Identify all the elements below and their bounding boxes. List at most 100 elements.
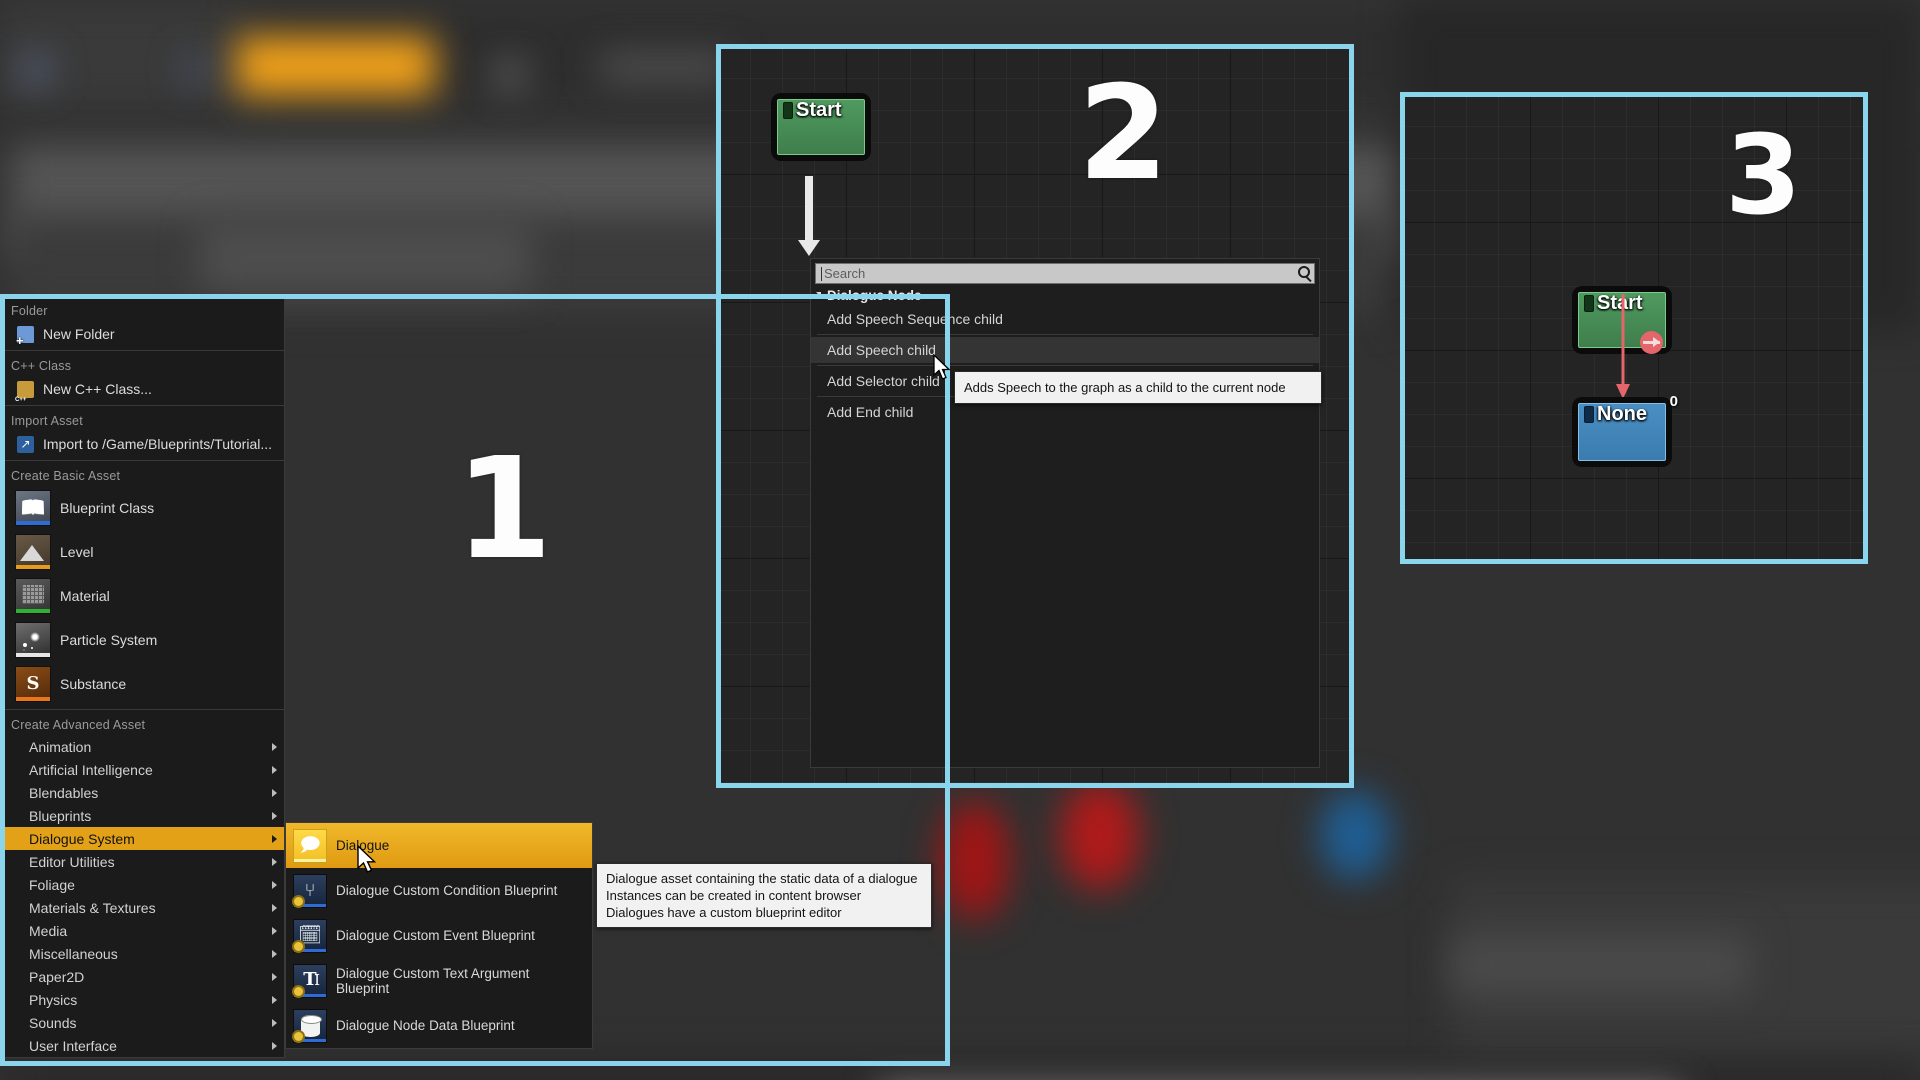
callout-number-2: 2 <box>1078 57 1169 209</box>
menu-item-blueprint-class-label: Blueprint Class <box>60 500 155 516</box>
submenu-arrow-icon <box>272 972 277 981</box>
context-menu-item-add-speech-child[interactable]: Add Speech child <box>811 337 1319 363</box>
section-header-cpp-class: C++ Class <box>11 359 72 373</box>
menu-item-sounds-label: Sounds <box>29 1014 77 1031</box>
submenu-arrow-icon <box>272 765 277 774</box>
menu-item-substance[interactable]: Substance <box>1 662 284 706</box>
menu-item-editor-utilities[interactable]: Editor Utilities <box>1 850 284 873</box>
menu-item-paper2d[interactable]: Paper2D <box>1 965 284 988</box>
background-play-button <box>235 36 435 96</box>
graph2-start-node[interactable]: Start <box>771 93 871 161</box>
submenu-arrow-icon <box>272 1041 277 1050</box>
submenu-item-dialogue-custom-event-blueprint[interactable]: Dialogue Custom Event Blueprint <box>286 913 592 958</box>
menu-item-animation[interactable]: Animation <box>1 735 284 758</box>
graph3-speech-node[interactable]: None 0 <box>1572 393 1678 467</box>
menu-item-dialogue-system-label: Dialogue System <box>29 830 135 847</box>
expand-triangle-icon[interactable] <box>816 292 821 297</box>
background-icon-4 <box>600 55 730 80</box>
graph2-flow-arrow-icon <box>798 176 820 256</box>
menu-item-blendables[interactable]: Blendables <box>1 781 284 804</box>
submenu-item-dialogue[interactable]: Dialogue <box>286 823 592 868</box>
submenu-arrow-icon <box>272 788 277 797</box>
menu-item-material[interactable]: Material <box>1 574 284 618</box>
menu-item-dialogue-system[interactable]: Dialogue System <box>1 827 284 850</box>
context-menu-item-add-speech-sequence-child[interactable]: Add Speech Sequence child <box>811 306 1319 332</box>
context-menu-separator-1 <box>817 334 1313 335</box>
menu-item-physics[interactable]: Physics <box>1 988 284 1011</box>
menu-separator <box>1 405 284 406</box>
menu-item-sounds[interactable]: Sounds <box>1 1011 284 1034</box>
background-panel-3 <box>200 222 530 292</box>
magnifier-icon[interactable] <box>1298 266 1310 278</box>
submenu-item-dialogue-custom-text-argument-blueprint-label: Dialogue Custom Text Argument Blueprint <box>336 965 530 996</box>
material-icon <box>15 578 51 614</box>
menu-item-new-folder[interactable]: New Folder <box>1 321 284 347</box>
submenu-arrow-icon <box>272 949 277 958</box>
graph-context-menu[interactable]: Search Dialogue Node Add Speech Sequence… <box>810 258 1320 768</box>
submenu-item-dialogue-node-data-blueprint[interactable]: Dialogue Node Data Blueprint <box>286 1003 592 1048</box>
new-folder-icon <box>16 325 34 346</box>
transition-arrow-icon[interactable] <box>1640 331 1663 354</box>
submenu-item-dialogue-custom-condition-blueprint[interactable]: Dialogue Custom Condition Blueprint <box>286 868 592 913</box>
section-header-create-basic-asset: Create Basic Asset <box>11 469 121 483</box>
menu-item-materials-and-textures[interactable]: Materials & Textures <box>1 896 284 919</box>
context-menu-search-input[interactable]: Search <box>815 263 1315 284</box>
submenu-arrow-icon <box>272 880 277 889</box>
background-icon-2 <box>185 58 207 83</box>
menu-item-blueprints[interactable]: Blueprints <box>1 804 284 827</box>
level-icon <box>15 534 51 570</box>
menu-item-user-interface-label: User Interface <box>29 1037 117 1054</box>
menu-item-new-cpp-class[interactable]: New C++ Class... <box>1 376 284 403</box>
content-browser-context-menu[interactable]: Folder New Folder C++ Class New C++ Clas… <box>0 298 285 1058</box>
submenu-item-dialogue-custom-condition-blueprint-label: Dialogue Custom Condition Blueprint <box>336 883 558 898</box>
menu-item-user-interface[interactable]: User Interface <box>1 1034 284 1057</box>
menu-separator <box>1 709 284 710</box>
menu-item-particle-system[interactable]: Particle System <box>1 618 284 662</box>
submenu-item-dialogue-custom-text-argument-blueprint[interactable]: Dialogue Custom Text Argument Blueprint <box>286 958 592 1003</box>
menu-item-particle-system-label: Particle System <box>60 632 158 648</box>
add-speech-child-tooltip: Adds Speech to the graph as a child to t… <box>954 371 1322 404</box>
text-caret <box>821 266 822 281</box>
menu-item-animation-label: Animation <box>29 738 92 755</box>
menu-item-level[interactable]: Level <box>1 530 284 574</box>
dialogue-asset-icon <box>293 828 327 863</box>
particle-system-icon <box>15 622 51 658</box>
menu-item-miscellaneous-label: Miscellaneous <box>29 945 118 962</box>
menu-item-media[interactable]: Media <box>1 919 284 942</box>
callout-number-3: 3 <box>1725 111 1802 239</box>
menu-item-artificial-intelligence[interactable]: Artificial Intelligence <box>1 758 284 781</box>
submenu-arrow-icon <box>272 834 277 843</box>
menu-item-foliage[interactable]: Foliage <box>1 873 284 896</box>
dialogue-condition-icon <box>292 873 327 908</box>
context-menu-category-label: Dialogue Node <box>827 288 922 303</box>
context-menu-category[interactable]: Dialogue Node <box>811 284 1319 306</box>
submenu-arrow-icon <box>272 1018 277 1027</box>
menu-item-blueprints-label: Blueprints <box>29 807 92 824</box>
menu-separator <box>1 460 284 461</box>
menu-item-foliage-label: Foliage <box>29 876 75 893</box>
menu-item-blueprint-class[interactable]: Blueprint Class <box>1 486 284 530</box>
background-status-bar <box>0 1060 1920 1080</box>
menu-item-level-label: Level <box>60 544 94 560</box>
graph3-transition-arrow[interactable] <box>1616 294 1630 399</box>
graph3-speech-node-label: None <box>1597 403 1647 425</box>
submenu-arrow-icon <box>272 903 277 912</box>
menu-item-miscellaneous[interactable]: Miscellaneous <box>1 942 284 965</box>
menu-item-blendables-label: Blendables <box>29 784 99 801</box>
menu-item-import-asset[interactable]: Import to /Game/Blueprints/Tutorial... <box>1 431 284 457</box>
context-menu-separator-2 <box>817 365 1313 366</box>
menu-item-import-asset-label: Import to /Game/Blueprints/Tutorial... <box>43 436 273 452</box>
graph2-start-node-label: Start <box>796 99 842 121</box>
menu-item-new-folder-label: New Folder <box>43 326 115 342</box>
dialogue-system-submenu[interactable]: Dialogue Dialogue Custom Condition Bluep… <box>285 822 593 1049</box>
graph3-speech-node-index: 0 <box>1669 393 1678 410</box>
dialogue-text-argument-icon <box>292 963 327 998</box>
menu-item-physics-label: Physics <box>29 991 78 1008</box>
section-header-folder: Folder <box>11 304 48 318</box>
background-blur-red-2 <box>1060 780 1140 890</box>
background-blur-blue <box>1320 790 1390 880</box>
background-right-box-2 <box>1450 935 1750 995</box>
dialogue-asset-tooltip: Dialogue asset containing the static dat… <box>596 863 932 928</box>
node-input-pin-icon <box>1584 406 1594 423</box>
node-input-pin-icon <box>1584 295 1594 312</box>
